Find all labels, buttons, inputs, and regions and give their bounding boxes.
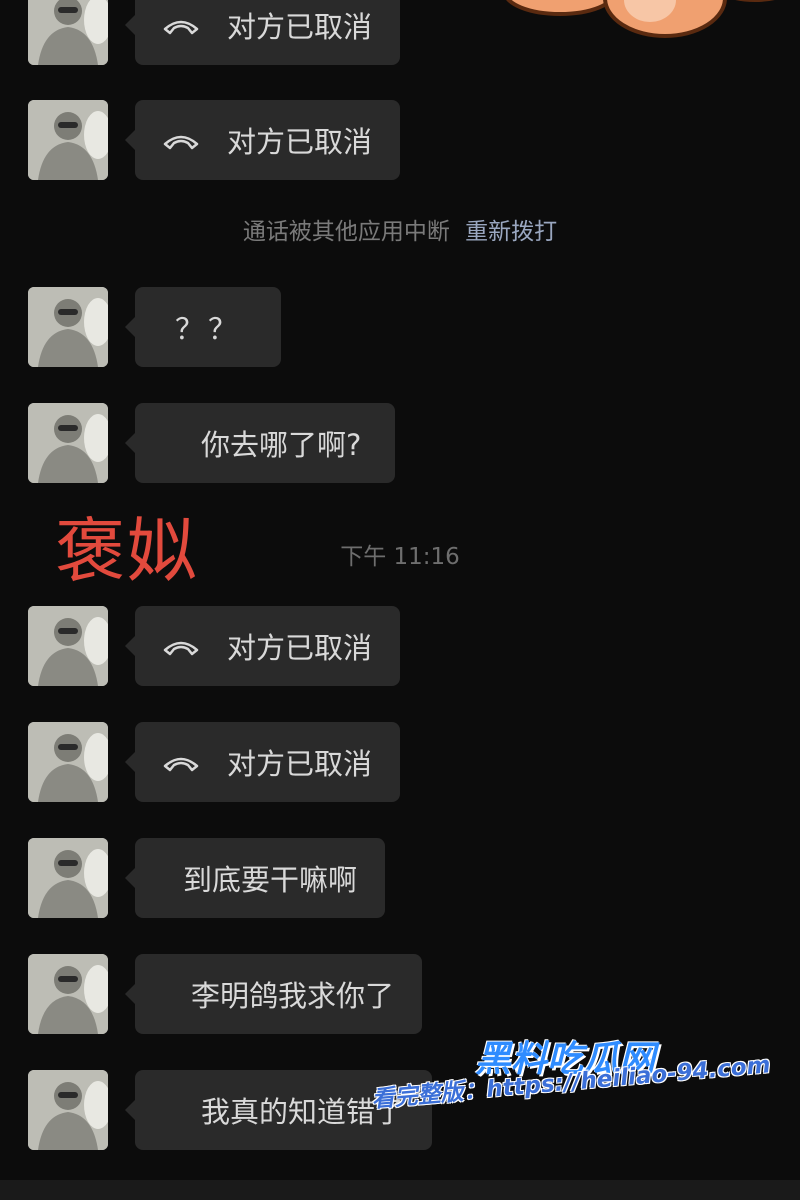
- cartoon-paw-sticker: [500, 0, 800, 50]
- user-avatar-icon[interactable]: [28, 0, 108, 65]
- user-avatar-icon[interactable]: [28, 838, 108, 918]
- system-note: 通话被其他应用中断 重新拨打: [0, 212, 800, 246]
- message-bubble[interactable]: 李明鸽我求你了: [124, 954, 423, 1034]
- user-avatar-icon[interactable]: [28, 403, 108, 483]
- message-text: 对方已取消: [227, 631, 373, 665]
- user-avatar-icon[interactable]: [28, 606, 108, 686]
- chat-screen: 对方已取消 对方已取消 通话被其他应用中断 重新拨打 ？？ 你去哪了啊? 褒姒 …: [0, 0, 800, 1200]
- message-text: 对方已取消: [227, 10, 373, 44]
- call-interrupted-text: 通话被其他应用中断: [242, 219, 450, 245]
- user-avatar-icon[interactable]: [28, 954, 108, 1034]
- user-avatar-icon[interactable]: [28, 287, 108, 367]
- message-bubble[interactable]: 到底要干嘛啊: [124, 838, 386, 918]
- message-text: ？？: [175, 312, 242, 346]
- message-text: 对方已取消: [227, 125, 373, 159]
- message-bubble[interactable]: 对方已取消: [124, 0, 401, 65]
- message-text: 李明鸽我求你了: [191, 979, 395, 1013]
- message-text: 你去哪了啊?: [201, 428, 362, 462]
- phone-hangup-icon: [161, 130, 201, 150]
- phone-hangup-icon: [161, 15, 201, 35]
- message-text: 对方已取消: [227, 747, 373, 781]
- redial-link[interactable]: 重新拨打: [465, 219, 557, 245]
- user-avatar-icon[interactable]: [28, 722, 108, 802]
- message-bubble[interactable]: 对方已取消: [124, 722, 401, 802]
- message-bubble[interactable]: ？？: [124, 287, 282, 367]
- message-text: 到底要干嘛啊: [183, 863, 358, 897]
- message-bubble[interactable]: 对方已取消: [124, 606, 401, 686]
- user-avatar-icon[interactable]: [28, 100, 108, 180]
- input-bar: [0, 1180, 800, 1200]
- phone-hangup-icon: [161, 752, 201, 772]
- message-bubble[interactable]: 你去哪了啊?: [124, 403, 396, 483]
- phone-hangup-icon: [161, 636, 201, 656]
- user-avatar-icon[interactable]: [28, 1070, 108, 1150]
- timestamp: 下午 11:16: [340, 544, 460, 570]
- message-bubble[interactable]: 对方已取消: [124, 100, 401, 180]
